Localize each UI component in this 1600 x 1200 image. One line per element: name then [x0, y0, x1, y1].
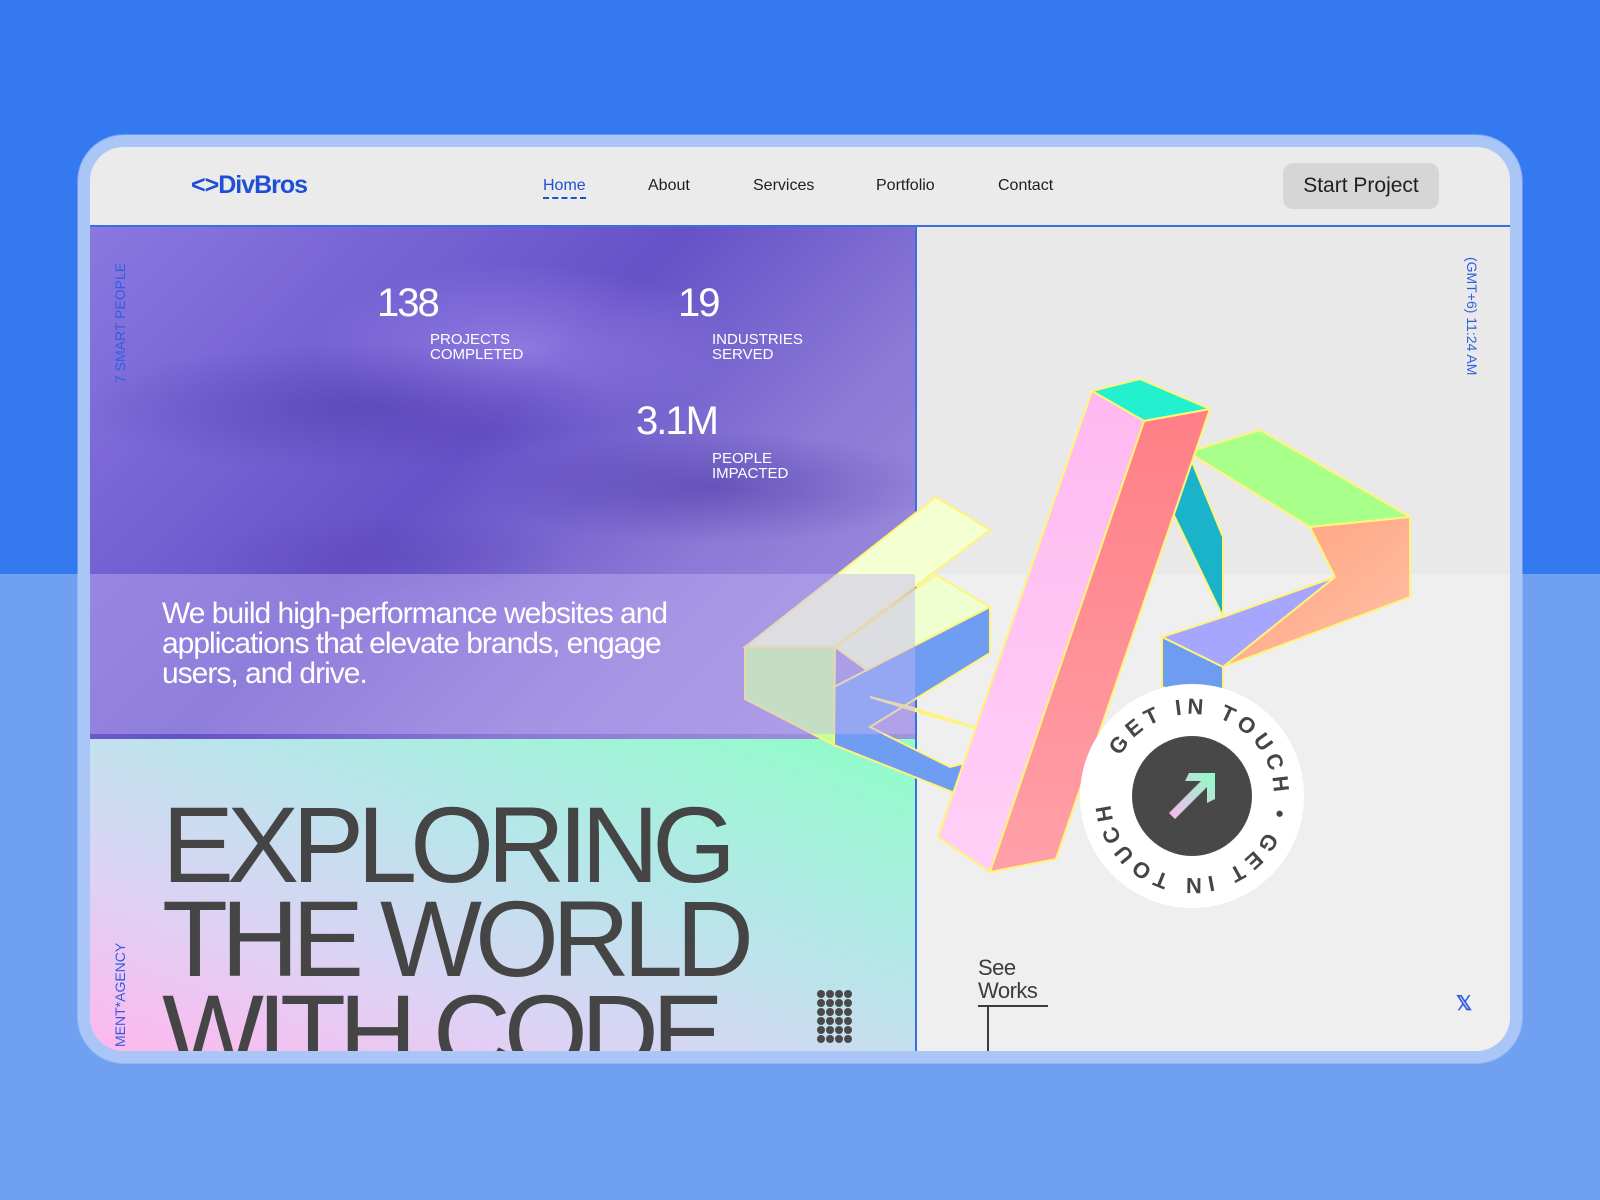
see-works-line2: Works	[978, 978, 1038, 1003]
website-screen: <>DivBros Home About Services Portfolio …	[90, 147, 1510, 1051]
get-in-touch-badge[interactable]: GET IN TOUCH • GET IN TOUCH •	[1077, 681, 1307, 911]
see-works-stem	[987, 1005, 989, 1051]
hero-tagline: We build high-performance websites and a…	[162, 597, 668, 690]
see-works-line1: See	[978, 955, 1016, 980]
see-works-link[interactable]: See Works	[978, 955, 1038, 1003]
x-icon[interactable]: 𝕏	[1456, 991, 1472, 1016]
